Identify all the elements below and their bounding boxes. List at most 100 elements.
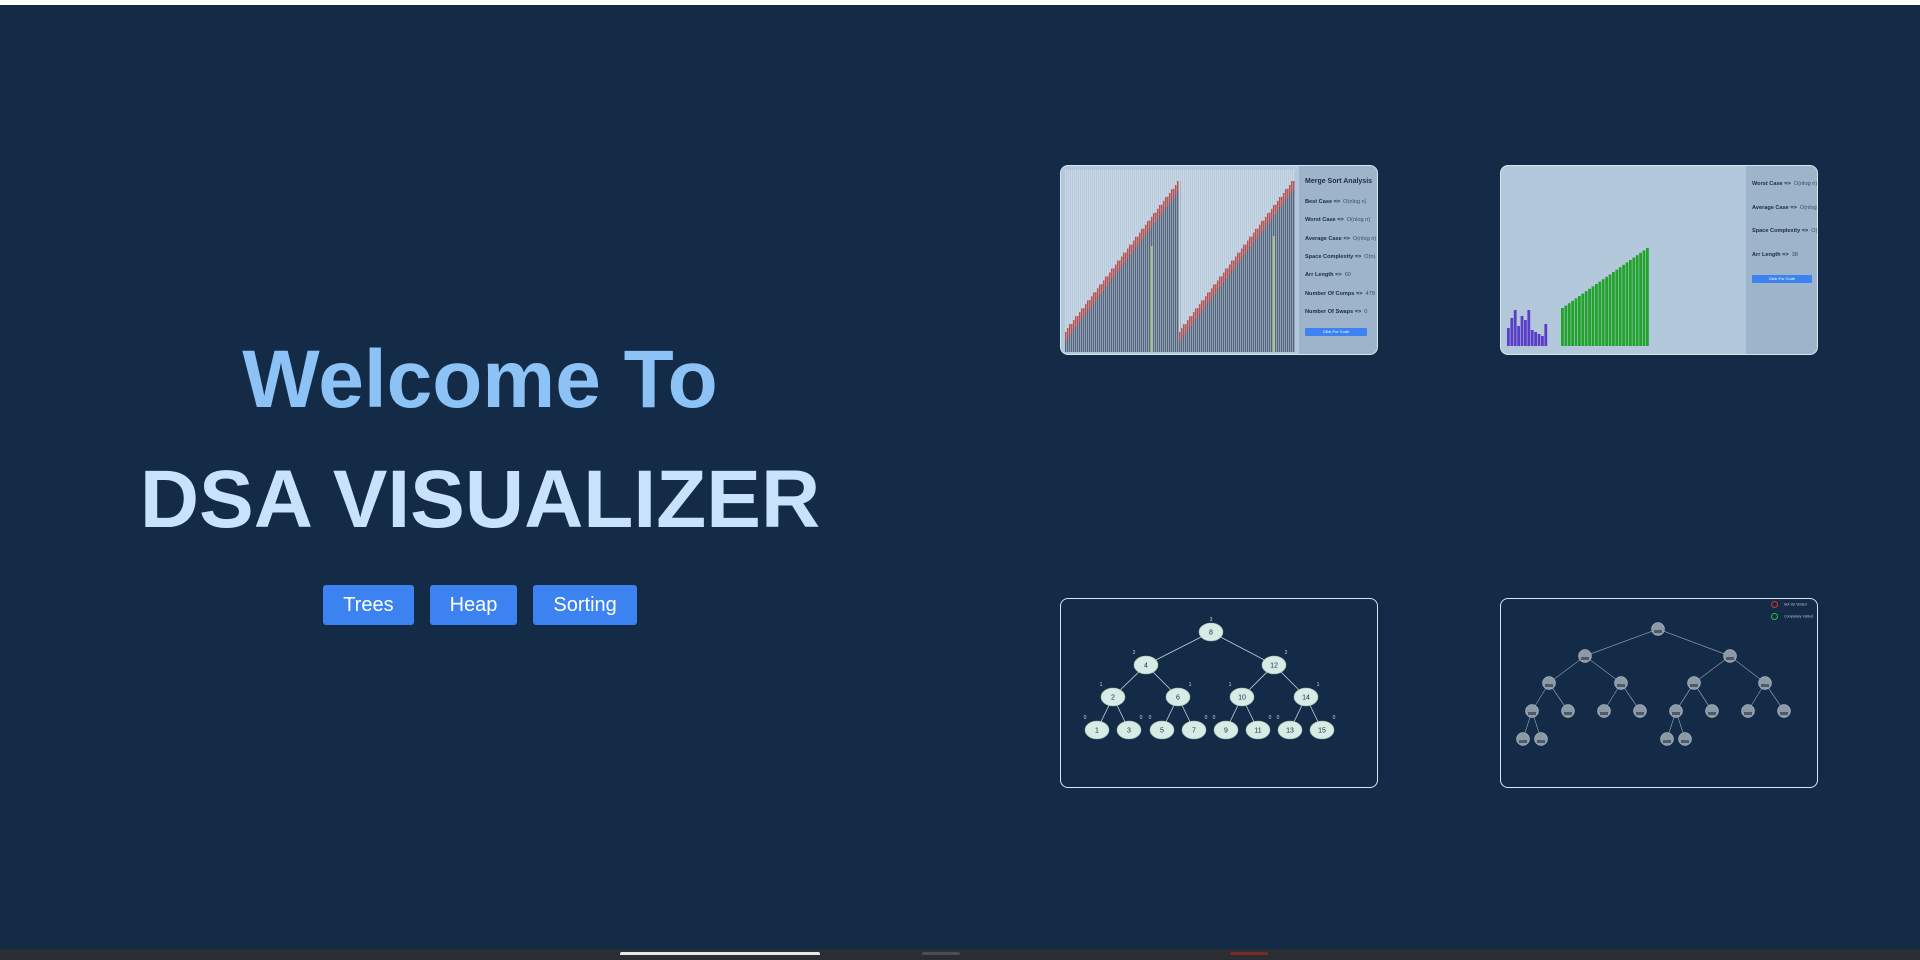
heap-node <box>1705 704 1719 718</box>
bar-top <box>1187 320 1189 331</box>
node-label: 12 <box>1270 663 1278 670</box>
sort-bar <box>1287 188 1289 352</box>
height-label: 0 <box>1333 715 1336 721</box>
merge-sort-info-row: Number Of Comps => 479 <box>1305 291 1375 297</box>
height-label: 1 <box>1100 682 1103 688</box>
bar-top <box>1251 236 1253 247</box>
heap-node-tag <box>1654 630 1662 633</box>
sort-bar <box>1137 236 1139 352</box>
bar-top <box>1117 260 1119 271</box>
heap-node-tag <box>1636 712 1644 715</box>
sort-code-button[interactable]: Click For Code <box>1752 275 1812 283</box>
heap-node-tag <box>1519 740 1527 743</box>
sort-preview[interactable]: Worst Case => O(nlog n) Average Case => O(n… <box>1500 165 1818 355</box>
trees-preview[interactable]: 8 3 4 2 12 2 2 1 6 1 10 1 14 1 1 0 3 0 5 0 7 0 9 0 11 0 13 0 15 0 <box>1060 598 1378 788</box>
bar-track <box>1067 170 1069 352</box>
bar-top <box>1197 308 1199 319</box>
heap-node-tag <box>1761 684 1769 687</box>
sorted-bar <box>1612 272 1615 346</box>
sort-bar <box>1123 252 1125 352</box>
sorting-button[interactable]: Sorting <box>533 585 637 625</box>
bar-top <box>1153 213 1155 223</box>
bar-top <box>1193 312 1195 323</box>
height-label: 1 <box>1229 682 1232 688</box>
sort-bar <box>1247 240 1249 352</box>
sort-bar <box>1155 212 1157 352</box>
sort-bar <box>1165 197 1167 352</box>
sort-bar <box>1281 196 1283 352</box>
heap-node <box>1516 732 1530 746</box>
bar-top <box>1091 296 1093 307</box>
heap-node <box>1660 732 1674 746</box>
merge-sort-code-button[interactable]: Click For Code <box>1305 328 1367 336</box>
height-label: 0 <box>1140 715 1143 721</box>
bar-top <box>1287 188 1289 199</box>
sorted-bar <box>1601 279 1605 346</box>
heap-node <box>1542 676 1556 690</box>
bar-top <box>1069 324 1071 335</box>
bar-top <box>1071 324 1073 335</box>
bar-top <box>1259 224 1261 235</box>
unsorted-bar <box>1541 336 1544 346</box>
sorted-bar <box>1581 293 1585 346</box>
sorted-bar <box>1588 288 1591 346</box>
bar-top <box>1261 220 1263 231</box>
sort-bar <box>1119 260 1121 352</box>
bar-top <box>1291 181 1293 192</box>
heap-preview[interactable]: Not Yet Visited Completely Visited <box>1500 598 1818 788</box>
unsorted-bar <box>1517 326 1520 346</box>
bar-top <box>1235 256 1237 267</box>
bar-top <box>1109 272 1111 283</box>
sort-bar <box>1169 193 1171 352</box>
sort-bar <box>1237 252 1239 352</box>
bar-top <box>1137 236 1139 247</box>
merge-sort-info-row: Average Case => O(nlog n) <box>1305 236 1376 242</box>
heap-node <box>1578 649 1592 663</box>
sort-info-row-label: Arr Length => <box>1752 251 1789 258</box>
sort-bar <box>1171 189 1173 352</box>
trees-button[interactable]: Trees <box>323 585 414 625</box>
height-label: 0 <box>1149 715 1152 721</box>
sort-info-row-value: O(1) <box>1811 228 1818 234</box>
height-label: 0 <box>1269 715 1272 721</box>
bar-top <box>1233 260 1235 271</box>
sort-bar <box>1101 284 1103 352</box>
bar-top <box>1221 276 1223 287</box>
bar-top <box>1115 264 1117 275</box>
bar-top <box>1129 244 1131 255</box>
height-label: 0 <box>1277 715 1280 721</box>
bar-top <box>1265 216 1267 227</box>
sort-bar <box>1115 264 1117 352</box>
heap-node-tag <box>1744 712 1752 715</box>
bar-top <box>1099 284 1101 295</box>
bar-top <box>1249 236 1251 247</box>
heap-button[interactable]: Heap <box>429 585 518 625</box>
heap-edge <box>1657 628 1731 657</box>
sort-bar <box>1161 204 1163 352</box>
sort-bar <box>1145 224 1147 352</box>
bar-top <box>1209 292 1211 303</box>
bar-top <box>1185 324 1187 335</box>
sorted-bar <box>1595 284 1598 346</box>
sort-info-row: Space Complexity =>O(1) <box>1752 228 1818 234</box>
sort-bars <box>1507 248 1649 346</box>
bar-top <box>1225 268 1227 279</box>
sort-bar <box>1127 248 1129 352</box>
bar-top <box>1231 260 1233 271</box>
sort-bar <box>1111 268 1113 352</box>
node-label: 13 <box>1286 728 1294 735</box>
sort-bar <box>1177 181 1179 352</box>
sort-bar <box>1241 248 1243 352</box>
heap-node-tag <box>1708 712 1716 715</box>
sort-bar <box>1139 232 1141 352</box>
nav-buttons: Trees Heap Sorting <box>0 585 960 625</box>
bar-top <box>1269 212 1271 223</box>
bar-top <box>1179 332 1181 342</box>
sort-bar <box>1117 260 1119 352</box>
unsorted-bar <box>1527 310 1531 346</box>
merge-sort-preview[interactable]: Merge Sort Analysis Best Case => O(nlog n… <box>1060 165 1378 355</box>
bar-top <box>1081 308 1083 319</box>
bar-top <box>1237 252 1239 263</box>
node-label: 9 <box>1224 728 1228 735</box>
merge-sort-info-panel: Merge Sort Analysis Best Case => O(nlog n… <box>1299 166 1377 354</box>
